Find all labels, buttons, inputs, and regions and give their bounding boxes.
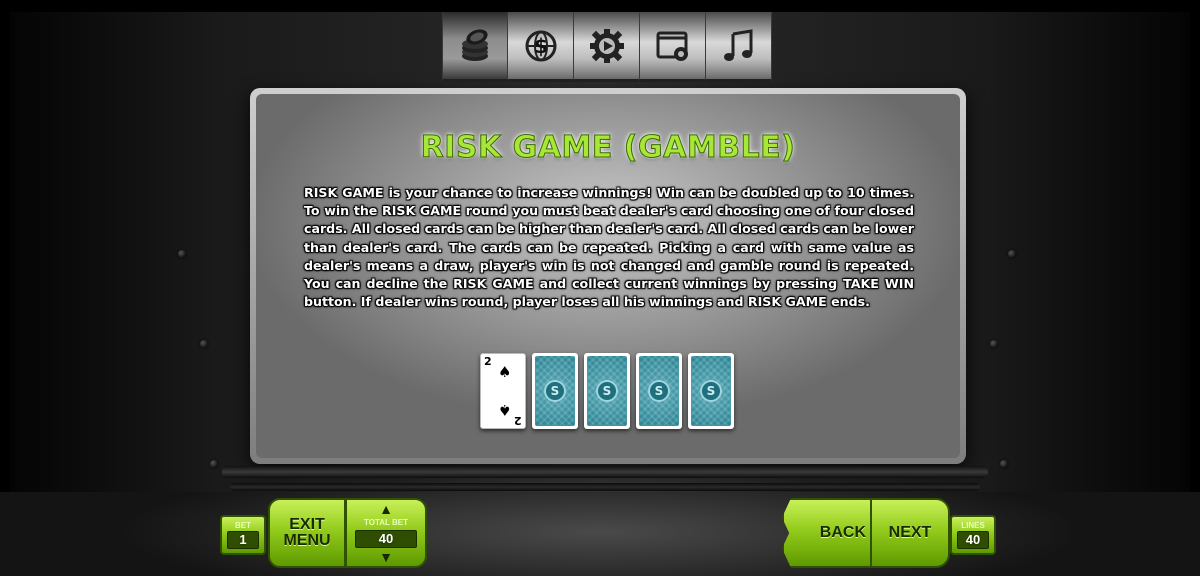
total-bet-control: ▲ TOTAL BET 40 ▼	[345, 498, 427, 568]
back-button[interactable]: BACK	[782, 498, 872, 568]
example-cards: 2 ♠ ♠ 2 S S S S	[480, 353, 734, 431]
rivet	[1008, 250, 1016, 258]
music-note-icon	[723, 28, 752, 61]
card-back-logo-icon: S	[700, 380, 722, 402]
lines-value: 40	[957, 531, 989, 549]
ledge	[222, 466, 988, 478]
top-letterbox	[0, 0, 1200, 12]
card-rank: 2	[484, 355, 492, 368]
next-button[interactable]: NEXT	[870, 498, 950, 568]
tab-sound[interactable]	[706, 12, 772, 82]
page-navigation: BACK NEXT	[782, 498, 950, 568]
card-back-logo-icon: S	[596, 380, 618, 402]
page-title: RISK GAME (GAMBLE)	[420, 130, 796, 166]
card-rank: 2	[514, 414, 522, 427]
increase-bet-icon[interactable]: ▲	[379, 502, 393, 516]
exit-label: EXIT	[289, 516, 325, 533]
spade-icon: ♠	[498, 363, 512, 381]
console-floor	[0, 492, 1200, 576]
dealer-card: 2 ♠ ♠ 2	[480, 353, 526, 429]
tab-currency[interactable]: $	[508, 12, 574, 82]
rivet	[210, 460, 218, 468]
closed-card: S	[584, 353, 630, 429]
total-bet-value: 40	[355, 529, 417, 548]
rivet	[990, 340, 998, 348]
menu-label: MENU	[283, 532, 331, 549]
game-stage: $ RISK GAME (GAMBLE) RISK GAME is your c…	[0, 0, 1200, 576]
svg-text:$: $	[534, 34, 548, 58]
exit-menu-button[interactable]: EXIT MENU	[268, 498, 346, 568]
rules-text: RISK GAME is your chance to increase win…	[304, 185, 914, 310]
spade-icon: ♠	[498, 401, 512, 419]
lines-display[interactable]: LINES 40	[950, 515, 996, 555]
bet-display[interactable]: BET 1	[220, 515, 266, 555]
right-letterbox	[1190, 12, 1200, 572]
rivet	[178, 250, 186, 258]
rivet	[1000, 460, 1008, 468]
closed-card: S	[532, 353, 578, 429]
tab-autoplay[interactable]	[574, 12, 640, 82]
coins-icon	[462, 28, 488, 61]
decrease-bet-icon[interactable]: ▼	[379, 550, 393, 564]
tab-paytable[interactable]	[442, 12, 508, 82]
help-panel-content: RISK GAME (GAMBLE) RISK GAME is your cha…	[256, 94, 960, 458]
ledge	[230, 483, 980, 491]
total-bet-label: TOTAL BET	[364, 518, 408, 528]
card-back-logo-icon: S	[544, 380, 566, 402]
bet-label: BET	[235, 521, 251, 530]
closed-card: S	[636, 353, 682, 429]
card-back-logo-icon: S	[648, 380, 670, 402]
window-settings-icon	[656, 31, 688, 61]
autoplay-gear-icon	[589, 28, 624, 63]
currency-globe-icon: $	[525, 30, 556, 61]
closed-card: S	[688, 353, 734, 429]
left-letterbox	[0, 12, 10, 572]
bet-value: 1	[227, 531, 259, 549]
help-panel: RISK GAME (GAMBLE) RISK GAME is your cha…	[250, 88, 966, 464]
lines-label: LINES	[961, 521, 985, 530]
rivet	[200, 340, 208, 348]
tab-settings[interactable]	[640, 12, 706, 82]
help-tab-bar: $	[442, 12, 774, 82]
